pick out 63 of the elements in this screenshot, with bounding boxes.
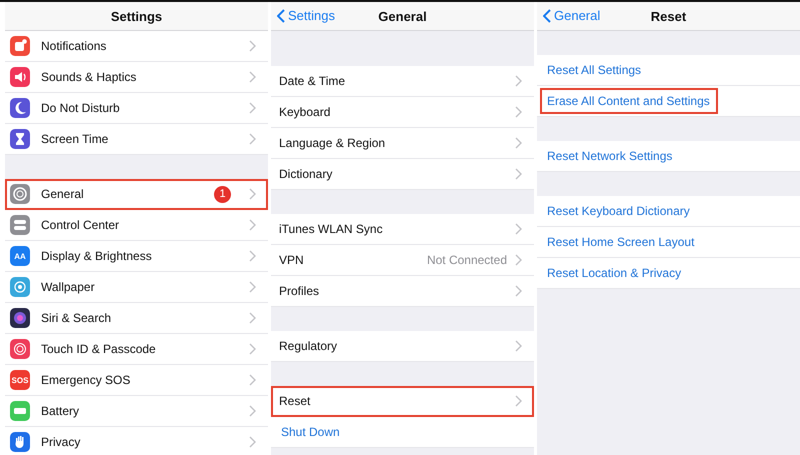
action-button[interactable]: Reset Keyboard Dictionary: [540, 198, 698, 224]
chevron-icon: [249, 133, 256, 145]
row-label: Profiles: [279, 284, 320, 298]
back-button[interactable]: Settings: [275, 6, 337, 25]
chevron-icon: [249, 405, 256, 417]
chevron-icon: [515, 168, 522, 180]
row-label: General: [41, 187, 85, 201]
screen-title: General: [378, 8, 427, 24]
display-icon: AA: [10, 246, 30, 266]
chevron-icon: [249, 40, 256, 52]
chevron-icon: [249, 102, 256, 114]
action-button[interactable]: Reset Location & Privacy: [540, 260, 690, 286]
action-button[interactable]: Reset All Settings: [540, 57, 650, 83]
chevron-icon: [515, 254, 522, 266]
settings-row[interactable]: General 1: [5, 179, 268, 210]
row-label: Sounds & Haptics: [41, 70, 138, 84]
chevron-icon: [249, 188, 256, 200]
action-button[interactable]: Reset Home Screen Layout: [540, 229, 702, 255]
back-chevron-icon: [277, 8, 285, 22]
row-value: Not Connected: [426, 253, 507, 267]
row-label: Keyboard: [279, 105, 332, 119]
screen-title: Settings: [110, 8, 162, 24]
chevron-icon: [249, 374, 256, 386]
chevron-icon: [249, 436, 256, 448]
notification-badge: 1: [214, 186, 231, 202]
row-label: Privacy: [41, 435, 82, 449]
settings-row[interactable]: Reset: [271, 386, 534, 417]
sos-icon: SOS: [10, 370, 30, 390]
row-label: Emergency SOS: [41, 373, 132, 387]
row-label: Regulatory: [279, 339, 338, 353]
row-label: Dictionary: [279, 167, 334, 181]
back-chevron-icon: [543, 8, 551, 22]
row-label: Siri & Search: [41, 311, 112, 325]
row-label: Control Center: [41, 218, 120, 232]
chevron-icon: [249, 343, 256, 355]
row-label: Date & Time: [279, 74, 346, 88]
action-button[interactable]: Shut Down: [274, 419, 348, 445]
chevron-icon: [515, 223, 522, 235]
action-button[interactable]: Erase All Content and Settings: [540, 88, 718, 114]
chevron-icon: [249, 71, 256, 83]
row-label: Notifications: [41, 39, 108, 53]
chevron-icon: [515, 137, 522, 149]
row-label: Battery: [41, 404, 80, 418]
chevron-icon: [249, 281, 256, 293]
chevron-icon: [515, 75, 522, 87]
chevron-icon: [515, 285, 522, 297]
row-label: Language & Region: [279, 136, 386, 150]
row-label: Touch ID & Passcode: [41, 342, 157, 356]
chevron-icon: [515, 106, 522, 118]
row-label: Reset: [279, 394, 312, 408]
screen-title: Reset: [650, 8, 686, 24]
chevron-icon: [515, 340, 522, 352]
chevron-icon: [249, 250, 256, 262]
chevron-icon: [249, 219, 256, 231]
chevron-icon: [249, 312, 256, 324]
row-label: Display & Brightness: [41, 249, 153, 263]
back-button[interactable]: General: [541, 6, 602, 25]
row-label: Screen Time: [41, 132, 110, 146]
row-label: Wallpaper: [41, 280, 96, 294]
row-label: Do Not Disturb: [41, 101, 121, 115]
row-label: iTunes WLAN Sync: [279, 222, 384, 236]
chevron-icon: [515, 395, 522, 407]
row-label: VPN: [279, 253, 305, 267]
